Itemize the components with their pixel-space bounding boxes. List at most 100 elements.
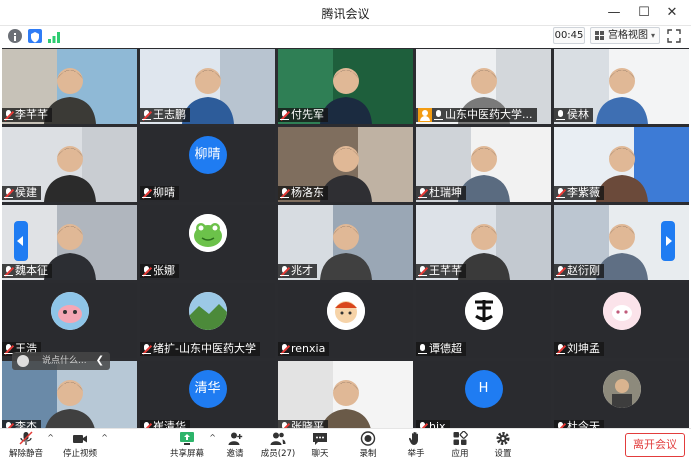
participant-name-tag: 侯建	[2, 186, 41, 200]
participant-tile[interactable]: 兆才	[278, 205, 413, 280]
microphone-muted-icon	[280, 265, 290, 277]
top-toolbar: 00:45 宫格视图 ▾	[0, 26, 691, 46]
participant-tile[interactable]: 谭德超	[416, 283, 551, 358]
view-mode-dropdown[interactable]: 宫格视图 ▾	[590, 27, 660, 44]
close-icon[interactable]: ✕	[662, 3, 682, 23]
settings-button[interactable]: 设置	[483, 431, 523, 461]
microphone-muted-icon	[418, 265, 428, 277]
avatar	[50, 292, 89, 330]
chevron-up-icon[interactable]: ^	[47, 433, 54, 442]
video-grid: 李芊芊 王志鹏 付先军 山东中医药大学... 侯林 侯建 柳晴 柳晴 杨洛东 杜瑞坤 李紫薇 魏本征张…	[2, 48, 689, 436]
avatar	[326, 292, 365, 330]
participant-name: 付先军	[291, 108, 324, 121]
participant-tile[interactable]: 王芊芊	[416, 205, 551, 280]
members-icon	[270, 431, 286, 446]
previous-page-button[interactable]	[14, 221, 28, 261]
microphone-muted-icon	[280, 187, 290, 199]
members-label: 成员(27)	[260, 449, 296, 459]
camera-icon	[72, 431, 88, 446]
participant-name: 柳晴	[153, 186, 175, 199]
invite-label: 邀请	[226, 449, 244, 459]
participant-name-tag: 魏本征	[2, 264, 52, 278]
share-screen-button[interactable]: 共享屏幕 ^	[166, 431, 216, 461]
members-button[interactable]: 成员(27)	[258, 431, 298, 461]
next-page-button[interactable]	[661, 221, 675, 261]
participant-tile[interactable]: 杜瑞坤	[416, 127, 551, 202]
participant-tile[interactable]: 绪扩-山东中医药大学	[140, 283, 275, 358]
microphone-muted-icon	[280, 343, 290, 355]
unmute-button[interactable]: 解除静音 ^	[6, 431, 54, 461]
chevron-down-icon: ▾	[650, 31, 655, 40]
participant-name-tag: 刘坤孟	[554, 342, 604, 356]
participant-tile[interactable]: 李芊芊	[2, 49, 137, 124]
participant-tile[interactable]: 侯林	[554, 49, 689, 124]
microphone-muted-icon	[418, 187, 428, 199]
collapse-chat-icon[interactable]: ❮	[96, 352, 104, 370]
chat-quick-input[interactable]: 说点什么... ❮	[12, 352, 110, 370]
participant-tile[interactable]: 王浩	[2, 283, 137, 358]
participant-name: 杜瑞坤	[429, 186, 462, 199]
participant-tile[interactable]: 李紫薇	[554, 127, 689, 202]
record-icon	[360, 431, 376, 446]
control-bar: 解除静音 ^ 停止视频 ^ 共享屏幕 ^ 邀请 成员(27) 聊天 录制 举手 …	[0, 428, 691, 461]
fullscreen-icon[interactable]	[666, 28, 682, 44]
chat-button[interactable]: 聊天	[300, 431, 340, 461]
participant-name: 侯林	[567, 108, 589, 121]
microphone-muted-icon	[556, 343, 566, 355]
microphone-muted-icon	[4, 265, 14, 277]
participant-name: 赵衍刚	[567, 264, 600, 277]
participant-name: 李芊芊	[15, 108, 48, 121]
view-mode-label: 宫格视图	[608, 30, 648, 41]
participant-tile[interactable]: 杜今天	[554, 361, 689, 436]
participant-name-tag: 付先军	[278, 108, 328, 122]
avatar	[602, 292, 641, 330]
signal-strength-icon[interactable]	[47, 29, 61, 43]
avatar	[602, 370, 641, 408]
participant-name: 兆才	[291, 264, 313, 277]
record-button[interactable]: 录制	[348, 431, 388, 461]
invite-button[interactable]: 邀请	[215, 431, 255, 461]
participant-tile[interactable]: 付先军	[278, 49, 413, 124]
settings-label: 设置	[494, 449, 512, 459]
microphone-muted-icon	[4, 109, 14, 121]
participant-tile[interactable]: Hhjx	[416, 361, 551, 436]
minimize-icon[interactable]: —	[604, 3, 624, 23]
title-bar: 腾讯会议 — ☐ ✕	[0, 0, 691, 26]
maximize-icon[interactable]: ☐	[634, 3, 654, 23]
microphone-muted-icon	[142, 343, 152, 355]
chevron-up-icon[interactable]: ^	[101, 433, 108, 442]
info-icon[interactable]	[8, 29, 22, 43]
add-user-icon	[227, 431, 243, 446]
participant-name: 侯建	[15, 186, 37, 199]
stop-video-button[interactable]: 停止视频 ^	[60, 431, 108, 461]
security-shield-icon[interactable]	[28, 29, 42, 43]
share-screen-label: 共享屏幕	[169, 449, 204, 459]
emoji-icon[interactable]	[17, 355, 29, 367]
raise-hand-button[interactable]: 举手	[396, 431, 436, 461]
participant-tile[interactable]: 刘坤孟	[554, 283, 689, 358]
participant-name-tag: 侯林	[554, 108, 593, 122]
participant-tile[interactable]: 清华 崔清华	[140, 361, 275, 436]
participant-name-tag: 谭德超	[416, 342, 466, 356]
participant-tile[interactable]: 张晓平	[278, 361, 413, 436]
microphone-muted-icon	[556, 265, 566, 277]
microphone-icon	[418, 343, 427, 355]
microphone-muted-icon	[18, 431, 34, 446]
share-screen-icon	[179, 431, 195, 446]
participant-tile[interactable]: 杨洛东	[278, 127, 413, 202]
participant-tile[interactable]: 侯建	[2, 127, 137, 202]
participant-tile[interactable]: 张娜	[140, 205, 275, 280]
raise-hand-icon	[408, 431, 424, 446]
leave-meeting-button[interactable]: 离开会议	[625, 433, 685, 457]
participant-tile[interactable]: 柳晴 柳晴	[140, 127, 275, 202]
microphone-muted-icon	[556, 187, 566, 199]
microphone-muted-icon	[142, 109, 152, 121]
avatar: 柳晴	[188, 136, 227, 174]
participant-tile[interactable]: 李杰	[2, 361, 137, 436]
apps-button[interactable]: 应用	[440, 430, 480, 461]
participant-name: 杨洛东	[291, 186, 324, 199]
participant-tile[interactable]: 山东中医药大学...	[416, 49, 551, 124]
gear-icon	[495, 431, 511, 446]
participant-tile[interactable]: renxia	[278, 283, 413, 358]
participant-tile[interactable]: 王志鹏	[140, 49, 275, 124]
